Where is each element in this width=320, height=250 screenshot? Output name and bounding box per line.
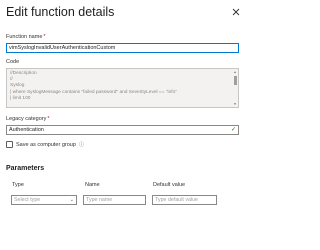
code-editor[interactable]: //Description // Syslog | where SyslogMe… xyxy=(6,68,239,108)
param-name-placeholder: Type name xyxy=(86,197,113,203)
parameters-title: Parameters xyxy=(6,165,45,172)
param-name-input[interactable]: Type name xyxy=(83,195,146,205)
chevron-down-icon: ⌄ xyxy=(69,197,74,203)
computer-group-checkbox[interactable] xyxy=(6,141,13,148)
code-scrollbar[interactable]: ▲ ▼ xyxy=(233,70,237,106)
type-select-placeholder: Select type xyxy=(14,197,41,203)
param-default-input[interactable]: Type default value xyxy=(152,195,217,205)
edit-function-panel: Edit function details Function name* vim… xyxy=(0,0,246,250)
checkmark-icon: ✓ xyxy=(230,127,236,133)
required-marker: * xyxy=(43,34,46,40)
column-header-name: Name xyxy=(85,182,100,188)
function-name-input[interactable]: vimSyslogInvalidUserAuthenticationCustom xyxy=(6,43,239,53)
function-name-label: Function name* xyxy=(6,34,46,40)
legacy-category-label: Legacy category* xyxy=(6,116,50,122)
panel-title: Edit function details xyxy=(6,5,115,19)
function-name-value: vimSyslogInvalidUserAuthenticationCustom xyxy=(9,45,116,51)
info-icon[interactable]: ⓘ xyxy=(79,141,84,148)
column-header-type: Type xyxy=(12,182,24,188)
legacy-category-value: Authentication xyxy=(9,127,44,133)
legacy-category-input[interactable]: Authentication ✓ xyxy=(6,125,239,135)
code-label: Code xyxy=(6,59,20,65)
scrollbar-thumb[interactable] xyxy=(233,76,237,85)
computer-group-row: Save as computer group ⓘ xyxy=(6,140,84,149)
close-icon[interactable] xyxy=(230,6,242,18)
function-name-label-text: Function name xyxy=(6,34,43,40)
legacy-category-label-text: Legacy category xyxy=(6,116,47,122)
column-header-default: Default value xyxy=(153,182,186,188)
code-line: | limit 100 xyxy=(10,95,31,101)
computer-group-label: Save as computer group xyxy=(16,141,76,148)
required-marker: * xyxy=(47,116,50,122)
param-default-placeholder: Type default value xyxy=(155,197,198,203)
scroll-down-icon[interactable]: ▼ xyxy=(233,102,237,106)
scroll-up-icon[interactable]: ▲ xyxy=(233,70,237,74)
type-select[interactable]: Select type ⌄ xyxy=(11,195,77,205)
